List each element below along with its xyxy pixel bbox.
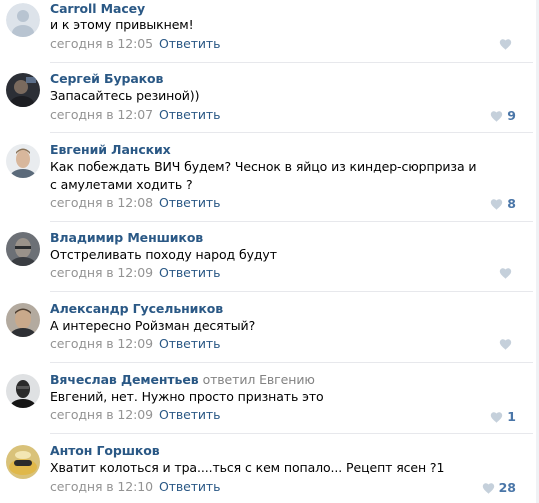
avatar[interactable] [6,374,40,408]
like-count: 28 [498,480,516,495]
heart-icon [491,411,503,423]
like-count: 9 [507,108,516,123]
timestamp[interactable]: сегодня в 12:05 [50,36,153,51]
comment-text: Как побеждать ВИЧ будем? Чеснок в яйцо и… [50,159,477,192]
author-name[interactable]: Владимир Меншиков [50,230,203,245]
comment-meta: сегодня в 12:09 Ответить [50,265,220,280]
avatar[interactable] [6,3,40,37]
like-button[interactable]: 8 [490,196,516,211]
author-name[interactable]: Александр Гусельников [50,301,223,316]
like-button[interactable] [499,267,516,279]
timestamp[interactable]: сегодня в 12:09 [50,265,153,280]
comment-divider [50,362,533,363]
comment-meta: сегодня в 12:05 Ответить [50,36,220,51]
reply-button[interactable]: Ответить [159,407,221,422]
heart-icon [499,39,512,50]
reply-button[interactable]: Ответить [159,36,221,51]
comment-divider [50,221,533,222]
comment-text: Евгений, нет. Нужно просто признать это [50,389,324,404]
author-name[interactable]: Сергей Бураков [50,71,163,86]
heart-icon [491,110,503,122]
comment-text: А интересно Ройзман десятый? [50,318,256,333]
comment-meta: сегодня в 12:09 Ответить [50,336,220,351]
comment-divider [50,433,533,434]
heart-icon [491,198,503,210]
avatar[interactable] [6,303,40,337]
comment-meta: сегодня в 12:07 Ответить [50,107,220,122]
reply-button[interactable]: Ответить [159,195,221,210]
heart-icon [499,268,512,279]
comment-meta: сегодня в 12:08 Ответить [50,195,220,210]
comment-item: Владимир Меншиков Отстреливать походу на… [0,229,522,287]
author-name[interactable]: Carroll Macey [50,1,145,16]
reply-button[interactable]: Ответить [159,107,221,122]
timestamp[interactable]: сегодня в 12:07 [50,107,153,122]
heart-icon [499,339,512,350]
like-button[interactable]: 1 [490,409,516,424]
comment-divider [50,132,533,133]
author-name[interactable]: Евгений Ланских [50,142,171,157]
comment-text: и к этому привыкнем! [50,17,194,32]
reply-to-label[interactable]: ответил Евгению [203,372,315,387]
like-count: 1 [507,409,516,424]
author-name[interactable]: Вячеслав Дементьев ответил Евгению [50,372,315,387]
comment-item: Евгений Ланских Как побеждать ВИЧ будем?… [0,141,522,217]
like-button[interactable]: 28 [482,480,516,495]
comment-meta: сегодня в 12:10 Ответить [50,479,220,494]
reply-button[interactable]: Ответить [159,265,221,280]
comment-text: Хватит колоться и тра....ться с кем попа… [50,460,445,475]
reply-button[interactable]: Ответить [159,336,221,351]
comment-text: Запасайтесь резиной)) [50,88,200,103]
like-button[interactable] [499,38,516,50]
comment-meta: сегодня в 12:09 Ответить [50,407,220,422]
avatar[interactable] [6,73,40,107]
comment-item: Сергей Бураков Запасайтесь резиной)) сег… [0,70,522,128]
avatar[interactable] [6,445,40,479]
like-button[interactable]: 9 [490,108,516,123]
like-button[interactable] [499,338,516,350]
avatar[interactable] [6,232,40,266]
like-count: 8 [507,196,516,211]
comment-item: Вячеслав Дементьев ответил Евгению Евгени… [0,371,522,429]
timestamp[interactable]: сегодня в 12:10 [50,479,153,494]
timestamp[interactable]: сегодня в 12:09 [50,407,153,422]
timestamp[interactable]: сегодня в 12:08 [50,195,153,210]
reply-button[interactable]: Ответить [159,479,221,494]
comment-item: Антон Горшков Хватит колоться и тра....т… [0,442,522,500]
heart-icon [482,482,494,494]
avatar[interactable] [6,144,40,178]
comment-divider [50,62,533,63]
comment-text: Отстреливать походу народ будут [50,247,277,262]
comment-divider [50,291,533,292]
timestamp[interactable]: сегодня в 12:09 [50,336,153,351]
author-name[interactable]: Антон Горшков [50,443,160,458]
comment-item: Carroll Macey и к этому привыкнем! сегод… [0,0,522,58]
comment-item: Александр Гусельников А интересно Ройзма… [0,300,522,358]
